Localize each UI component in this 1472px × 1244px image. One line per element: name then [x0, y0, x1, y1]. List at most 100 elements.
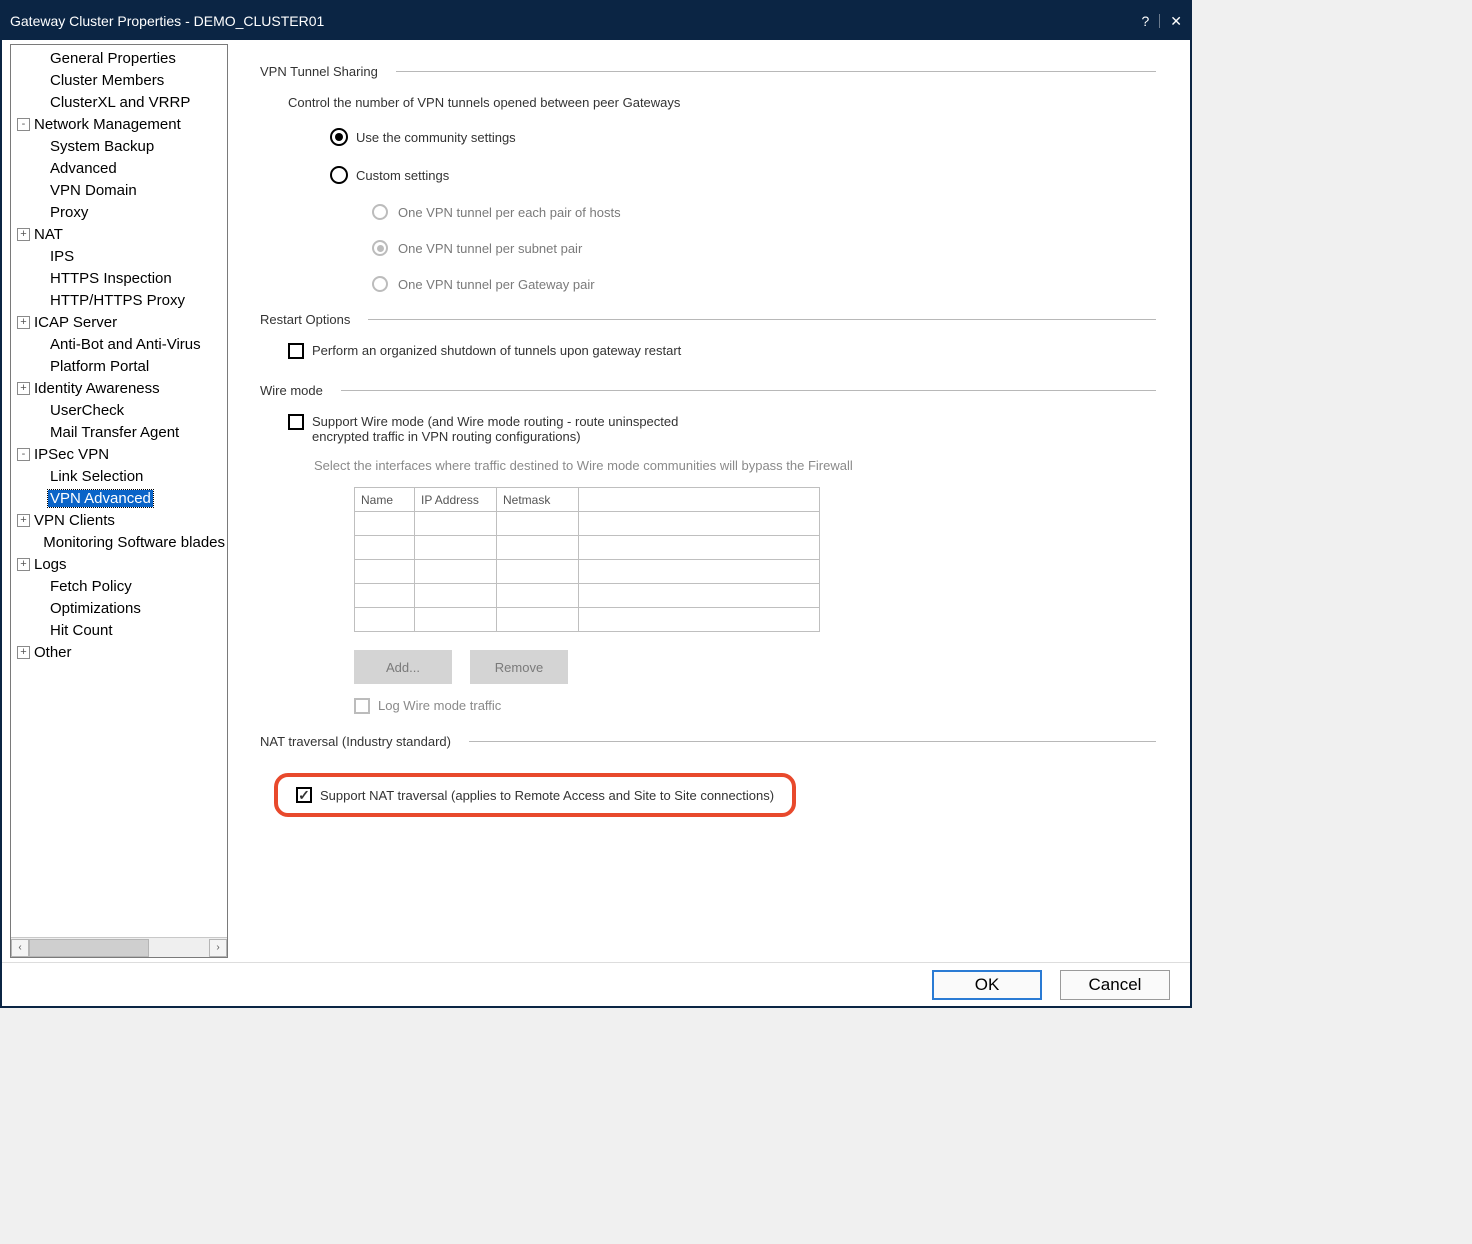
cancel-button[interactable]: Cancel [1060, 970, 1170, 1000]
scroll-right-icon[interactable]: › [209, 939, 227, 957]
expand-icon[interactable]: + [17, 558, 30, 571]
section-rule [469, 741, 1156, 742]
tree-item[interactable]: Proxy [11, 201, 227, 223]
radio-custom-settings[interactable]: Custom settings [330, 166, 1156, 184]
tree-label: VPN Advanced [48, 490, 153, 507]
tree-label: Identity Awareness [32, 380, 162, 397]
tree-label: Link Selection [48, 468, 145, 485]
table-row[interactable] [355, 608, 820, 632]
remove-button: Remove [470, 650, 568, 684]
tree-item[interactable]: HTTP/HTTPS Proxy [11, 289, 227, 311]
table-row[interactable] [355, 560, 820, 584]
checkbox-icon[interactable] [296, 787, 312, 803]
close-icon[interactable]: ✕ [1170, 13, 1182, 30]
tree-item[interactable]: -IPSec VPN [11, 443, 227, 465]
table-row[interactable] [355, 512, 820, 536]
tree-item[interactable]: Anti-Bot and Anti-Virus [11, 333, 227, 355]
tree-label: VPN Domain [48, 182, 139, 199]
tree-spacer [33, 294, 46, 307]
tree-item[interactable]: Monitoring Software blades [11, 531, 227, 553]
table-row[interactable] [355, 584, 820, 608]
radio-icon [330, 166, 348, 184]
tree-item[interactable]: General Properties [11, 47, 227, 69]
tree-item[interactable]: -Network Management [11, 113, 227, 135]
tree-item[interactable]: IPS [11, 245, 227, 267]
tree-item[interactable]: +Other [11, 641, 227, 663]
tree-label: Fetch Policy [48, 578, 134, 595]
table-row[interactable] [355, 536, 820, 560]
interfaces-table: Name IP Address Netmask [354, 487, 820, 632]
tree-item[interactable]: UserCheck [11, 399, 227, 421]
tree-item[interactable]: VPN Advanced [11, 487, 227, 509]
section-rule [341, 390, 1156, 391]
tree-spacer [33, 184, 46, 197]
tree-item[interactable]: +VPN Clients [11, 509, 227, 531]
dialog-window: Gateway Cluster Properties - DEMO_CLUSTE… [0, 0, 1192, 1008]
scroll-track[interactable] [29, 939, 209, 957]
tree-spacer [33, 250, 46, 263]
tree-label: IPSec VPN [32, 446, 111, 463]
tree-item[interactable]: Mail Transfer Agent [11, 421, 227, 443]
col-empty [579, 488, 820, 512]
tree-item[interactable]: Optimizations [11, 597, 227, 619]
radio-use-community[interactable]: Use the community settings [330, 128, 1156, 146]
tree-item[interactable]: System Backup [11, 135, 227, 157]
tree-label: Other [32, 644, 74, 661]
chk-organized-shutdown[interactable]: Perform an organized shutdown of tunnels… [288, 343, 1156, 359]
expand-icon[interactable]: + [17, 316, 30, 329]
tree-label: Anti-Bot and Anti-Virus [48, 336, 203, 353]
tree-spacer [33, 426, 46, 439]
tree-item[interactable]: Platform Portal [11, 355, 227, 377]
scroll-thumb[interactable] [29, 939, 149, 957]
checkbox-label: Perform an organized shutdown of tunnels… [312, 343, 681, 358]
tree-item[interactable]: HTTPS Inspection [11, 267, 227, 289]
section-rule [368, 319, 1156, 320]
checkbox-label: Support NAT traversal (applies to Remote… [320, 788, 774, 803]
tree-item[interactable]: +Identity Awareness [11, 377, 227, 399]
expand-icon[interactable]: + [17, 646, 30, 659]
tree-spacer [33, 140, 46, 153]
scroll-left-icon[interactable]: ‹ [11, 939, 29, 957]
radio-icon [372, 276, 388, 292]
tree-spacer [33, 470, 46, 483]
tree-item[interactable]: Cluster Members [11, 69, 227, 91]
collapse-icon[interactable]: - [17, 448, 30, 461]
titlebar: Gateway Cluster Properties - DEMO_CLUSTE… [2, 2, 1190, 40]
chk-support-wire-mode[interactable]: Support Wire mode (and Wire mode routing… [288, 414, 1156, 444]
checkbox-label: Support Wire mode (and Wire mode routing… [312, 414, 732, 444]
tree-item[interactable]: VPN Domain [11, 179, 227, 201]
tree-item[interactable]: Hit Count [11, 619, 227, 641]
tree-label: UserCheck [48, 402, 126, 419]
tree-item[interactable]: +Logs [11, 553, 227, 575]
tree-label: System Backup [48, 138, 156, 155]
ok-button[interactable]: OK [932, 970, 1042, 1000]
tree-spacer [33, 536, 39, 549]
collapse-icon[interactable]: - [17, 118, 30, 131]
help-icon[interactable]: ? [1141, 13, 1149, 29]
nav-tree[interactable]: General PropertiesCluster MembersCluster… [11, 45, 227, 937]
chk-log-wire-mode: Log Wire mode traffic [354, 698, 1156, 714]
expand-icon[interactable]: + [17, 228, 30, 241]
tree-spacer [33, 162, 46, 175]
h-scrollbar[interactable]: ‹ › [11, 937, 227, 957]
tree-item[interactable]: Fetch Policy [11, 575, 227, 597]
tree-label: HTTP/HTTPS Proxy [48, 292, 187, 309]
checkbox-icon [288, 414, 304, 430]
tree-item[interactable]: +NAT [11, 223, 227, 245]
radio-label: One VPN tunnel per Gateway pair [398, 277, 595, 292]
tree-item[interactable]: +ICAP Server [11, 311, 227, 333]
tree-item[interactable]: ClusterXL and VRRP [11, 91, 227, 113]
tree-item[interactable]: Advanced [11, 157, 227, 179]
tree-item[interactable]: Link Selection [11, 465, 227, 487]
expand-icon[interactable]: + [17, 382, 30, 395]
tree-label: Advanced [48, 160, 119, 177]
radio-label: One VPN tunnel per each pair of hosts [398, 205, 621, 220]
tree-label: NAT [32, 226, 65, 243]
wire-mode-hint: Select the interfaces where traffic dest… [314, 458, 1156, 473]
content-pane: VPN Tunnel Sharing Control the number of… [230, 40, 1190, 962]
tree-spacer [33, 360, 46, 373]
tree-label: IPS [48, 248, 76, 265]
expand-icon[interactable]: + [17, 514, 30, 527]
checkbox-icon [354, 698, 370, 714]
section-wire-mode: Wire mode [260, 383, 1156, 398]
